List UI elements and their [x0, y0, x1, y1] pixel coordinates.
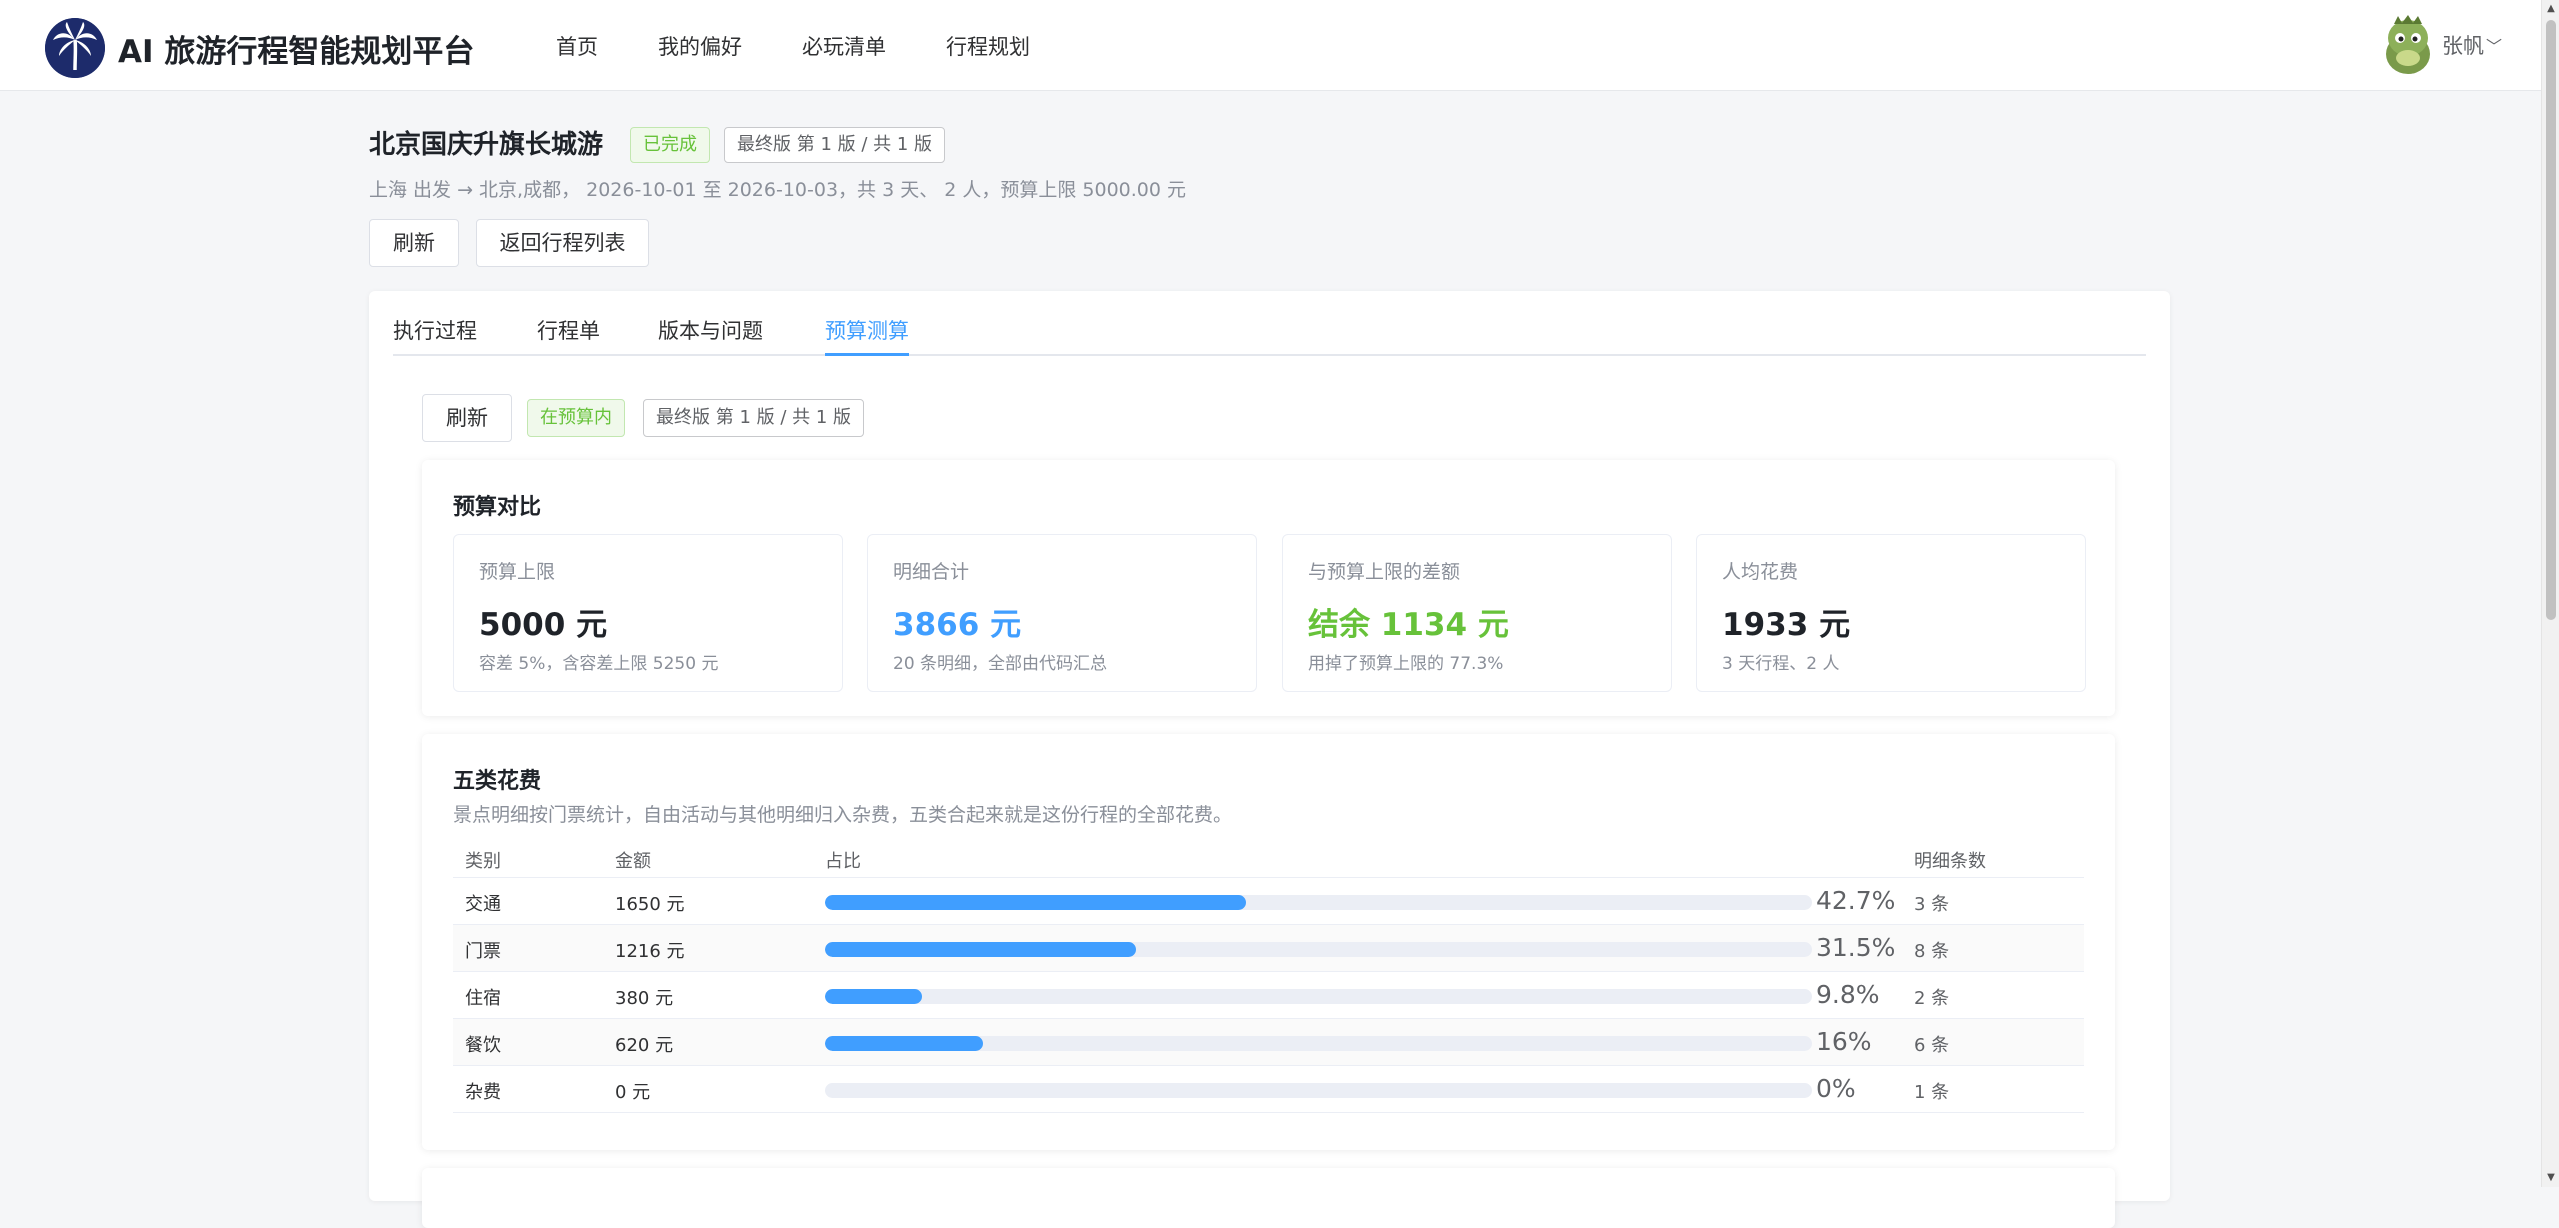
- row-amount: 1650 元: [615, 894, 685, 915]
- table-row: 餐饮 620 元 16% 6 条: [453, 1019, 2084, 1066]
- percent-bar-fill: [825, 942, 1136, 957]
- top-nav-bar: AI 旅游行程智能规划平台 首页 我的偏好 必玩清单 行程规划 张帆 ﹀: [0, 0, 2541, 91]
- app-title: AI 旅游行程智能规划平台: [118, 34, 475, 70]
- category-spend-description: 景点明细按门票统计，自由活动与其他明细归入杂费，五类合起来就是这份行程的全部花费…: [453, 804, 1233, 826]
- row-amount: 620 元: [615, 1035, 674, 1056]
- avatar[interactable]: [2380, 14, 2436, 76]
- tab-bar: 执行过程 行程单 版本与问题 预算测算: [393, 315, 2146, 356]
- tab-versions-issues[interactable]: 版本与问题: [658, 315, 763, 356]
- budget-refresh-button[interactable]: 刷新: [422, 394, 512, 442]
- table-header: 类别 金额 占比 明细条数: [453, 838, 2084, 878]
- user-menu[interactable]: 张帆 ﹀: [2380, 14, 2502, 76]
- main-nav: 首页 我的偏好 必玩清单 行程规划: [556, 31, 1090, 61]
- stat-note: 用掉了预算上限的 77.3%: [1308, 654, 1504, 674]
- logo-palm-icon[interactable]: [45, 18, 105, 78]
- row-count: 2 条: [1914, 988, 1950, 1009]
- percent-bar: [825, 942, 1812, 957]
- row-amount: 1216 元: [615, 941, 685, 962]
- row-percent: 42.7%: [1816, 886, 1896, 915]
- row-category: 餐饮: [465, 1035, 501, 1056]
- stat-budget-limit: 预算上限 5000 元 容差 5%，含容差上限 5250 元: [453, 534, 843, 692]
- stat-budget-difference: 与预算上限的差额 结余 1134 元 用掉了预算上限的 77.3%: [1282, 534, 1672, 692]
- table-row: 住宿 380 元 9.8% 2 条: [453, 972, 2084, 1019]
- row-percent: 16%: [1816, 1027, 1872, 1056]
- detail-panel: 执行过程 行程单 版本与问题 预算测算 刷新 在预算内 最终版 第 1 版 / …: [369, 291, 2170, 1228]
- row-category: 门票: [465, 941, 501, 962]
- tab-execution[interactable]: 执行过程: [393, 315, 477, 356]
- row-count: 6 条: [1914, 1035, 1950, 1056]
- budget-status-badge: 在预算内: [527, 399, 625, 437]
- stat-note: 20 条明细，全部由代码汇总: [893, 654, 1108, 674]
- table-row: 杂费 0 元 0% 1 条: [453, 1066, 2084, 1113]
- row-count: 3 条: [1914, 894, 1950, 915]
- stat-label: 预算上限: [479, 561, 556, 583]
- percent-bar: [825, 989, 1812, 1004]
- col-count: 明细条数: [1914, 851, 1986, 872]
- percent-bar-fill: [825, 989, 922, 1004]
- percent-bar: [825, 1036, 1812, 1051]
- row-percent: 0%: [1816, 1074, 1856, 1103]
- nav-preferences[interactable]: 我的偏好: [658, 31, 742, 61]
- budget-version-badge: 最终版 第 1 版 / 共 1 版: [643, 399, 865, 437]
- table-row: 交通 1650 元 42.7% 3 条: [453, 878, 2084, 925]
- stat-note: 3 天行程、2 人: [1722, 654, 1840, 674]
- category-table: 类别 金额 占比 明细条数 交通 1650 元 42.7% 3 条 门票 121…: [453, 838, 2084, 1113]
- scroll-up-arrow-icon[interactable]: ▲: [2542, 0, 2559, 18]
- stat-value: 结余 1134 元: [1308, 607, 1509, 643]
- tab-budget[interactable]: 预算测算: [825, 315, 909, 356]
- nav-itinerary-planning[interactable]: 行程规划: [946, 31, 1030, 61]
- row-category: 杂费: [465, 1082, 501, 1103]
- row-amount: 380 元: [615, 988, 674, 1009]
- nav-home[interactable]: 首页: [556, 31, 598, 61]
- stat-label: 明细合计: [893, 561, 970, 583]
- category-spend-title: 五类花费: [453, 769, 542, 794]
- percent-bar: [825, 1083, 1812, 1098]
- stat-detail-total: 明细合计 3866 元 20 条明细，全部由代码汇总: [867, 534, 1257, 692]
- scroll-down-arrow-icon[interactable]: ▼: [2542, 1169, 2559, 1187]
- budget-compare-title: 预算对比: [453, 495, 542, 520]
- stat-value: 1933 元: [1722, 607, 1851, 643]
- row-percent: 9.8%: [1816, 980, 1880, 1009]
- col-category: 类别: [465, 851, 501, 872]
- version-badge: 最终版 第 1 版 / 共 1 版: [724, 127, 946, 163]
- table-row: 门票 1216 元 31.5% 8 条: [453, 925, 2084, 972]
- percent-bar-fill: [825, 1036, 983, 1051]
- row-count: 1 条: [1914, 1082, 1950, 1103]
- stat-note: 容差 5%，含容差上限 5250 元: [479, 654, 719, 674]
- stat-label: 与预算上限的差额: [1308, 561, 1461, 583]
- nav-must-play[interactable]: 必玩清单: [802, 31, 886, 61]
- percent-bar: [825, 895, 1812, 910]
- next-card: [422, 1168, 2115, 1228]
- user-name[interactable]: 张帆: [2442, 30, 2484, 60]
- row-amount: 0 元: [615, 1082, 651, 1103]
- stat-label: 人均花费: [1722, 561, 1799, 583]
- row-category: 交通: [465, 894, 501, 915]
- row-percent: 31.5%: [1816, 933, 1896, 962]
- status-badge: 已完成: [630, 127, 710, 163]
- trip-title: 北京国庆升旗长城游: [369, 130, 604, 160]
- stat-value: 5000 元: [479, 607, 608, 643]
- stat-per-person: 人均花费 1933 元 3 天行程、2 人: [1696, 534, 2086, 692]
- stat-value: 3866 元: [893, 607, 1022, 643]
- category-spend-card: 五类花费 景点明细按门票统计，自由活动与其他明细归入杂费，五类合起来就是这份行程…: [422, 734, 2115, 1150]
- scrollbar-thumb[interactable]: [2546, 20, 2556, 620]
- trip-summary: 上海 出发 → 北京,成都， 2026-10-01 至 2026-10-03，共…: [369, 179, 1187, 201]
- tab-itinerary[interactable]: 行程单: [537, 315, 600, 356]
- refresh-button[interactable]: 刷新: [369, 219, 459, 267]
- row-count: 8 条: [1914, 941, 1950, 962]
- row-category: 住宿: [465, 988, 501, 1009]
- col-amount: 金额: [615, 851, 651, 872]
- chevron-down-icon[interactable]: ﹀: [2486, 33, 2502, 57]
- back-to-list-button[interactable]: 返回行程列表: [476, 219, 649, 267]
- percent-bar-fill: [825, 895, 1247, 910]
- budget-compare-card: 预算对比 预算上限 5000 元 容差 5%，含容差上限 5250 元 明细合计…: [422, 460, 2115, 716]
- col-percent: 占比: [825, 851, 861, 872]
- page-scrollbar[interactable]: ▲ ▼: [2541, 0, 2559, 1187]
